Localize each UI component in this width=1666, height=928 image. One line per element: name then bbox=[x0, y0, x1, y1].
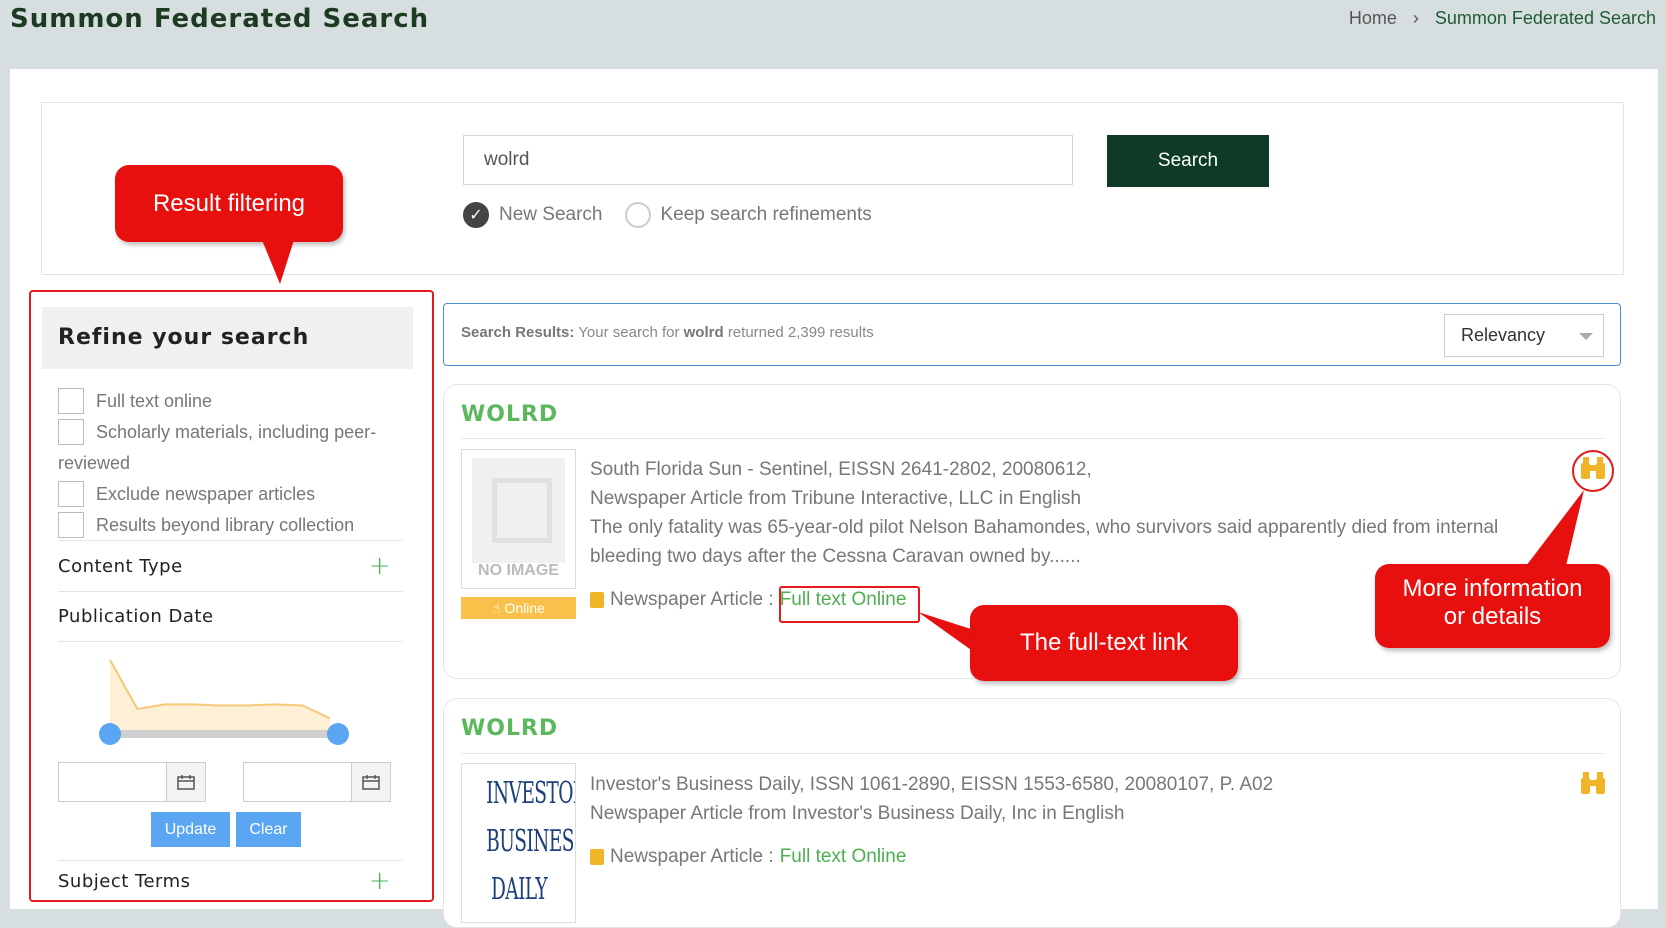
date-slider-track[interactable] bbox=[109, 730, 337, 738]
filter-checkbox-list: Full text online Scholarly materials, in… bbox=[58, 386, 403, 541]
checkbox[interactable] bbox=[58, 512, 84, 538]
filter-scholarly[interactable]: Scholarly materials, including peer-revi… bbox=[58, 417, 403, 479]
results-summary: Search Results: Your search for wolrd re… bbox=[461, 324, 874, 341]
result-source: South Florida Sun - Sentinel, EISSN 2641… bbox=[590, 459, 1092, 480]
filter-label: Exclude newspaper articles bbox=[96, 484, 316, 504]
histogram-area bbox=[110, 660, 330, 730]
search-button[interactable]: Search bbox=[1107, 135, 1269, 187]
divider bbox=[461, 753, 1604, 754]
breadcrumb: Home › Summon Federated Search bbox=[1349, 8, 1656, 29]
breadcrumb-current: Summon Federated Search bbox=[1434, 8, 1656, 28]
breadcrumb-home[interactable]: Home bbox=[1349, 8, 1397, 29]
refine-heading: Refine your search bbox=[42, 307, 413, 369]
checkbox[interactable] bbox=[58, 388, 84, 414]
filter-label: Scholarly materials, including peer-revi… bbox=[58, 422, 377, 473]
keep-refinements-label: Keep search refinements bbox=[660, 204, 872, 225]
callout-details-pointer bbox=[1526, 490, 1584, 566]
new-search-label: New Search bbox=[499, 204, 603, 225]
full-text-link[interactable]: Full text Online bbox=[780, 846, 907, 868]
chevron-down-icon bbox=[1579, 333, 1593, 340]
checkbox[interactable] bbox=[58, 481, 84, 507]
sort-value: Relevancy bbox=[1461, 325, 1546, 345]
divider bbox=[461, 438, 1604, 439]
search-options: ✓ New Search Keep search refinements bbox=[463, 202, 894, 228]
filter-full-text[interactable]: Full text online bbox=[58, 386, 403, 417]
result-title[interactable]: WOLRD bbox=[461, 402, 558, 427]
callout-details: More information or details bbox=[1375, 564, 1610, 648]
facet-label: Publication Date bbox=[58, 605, 214, 627]
filter-label: Results beyond library collection bbox=[96, 515, 355, 535]
newspaper-icon bbox=[590, 849, 604, 865]
facet-subject-terms[interactable]: Subject Terms + bbox=[58, 860, 403, 901]
full-text-highlight bbox=[779, 586, 920, 623]
newspaper-icon bbox=[590, 592, 604, 608]
binoculars-icon[interactable] bbox=[1579, 770, 1607, 803]
filter-label: Full text online bbox=[96, 391, 213, 411]
callout-filtering-text: Result filtering bbox=[152, 190, 306, 217]
result-type-line: Newspaper Article from Investor's Busine… bbox=[590, 803, 1125, 824]
placeholder-image-icon bbox=[472, 458, 565, 563]
investors-business-daily-logo: INVESTOR'S BUSINESS DAILY bbox=[486, 776, 576, 907]
callout-fulltext: The full-text link bbox=[970, 605, 1238, 681]
filter-beyond-collection[interactable]: Results beyond library collection bbox=[58, 510, 403, 541]
callout-details-line1: More information bbox=[1402, 575, 1583, 602]
breadcrumb-separator: › bbox=[1412, 8, 1419, 28]
callout-result-filtering: Result filtering bbox=[115, 165, 343, 242]
facet-label: Subject Terms bbox=[58, 870, 191, 892]
hand-pointer-icon: ☝ bbox=[492, 600, 501, 616]
result-format: Newspaper Article : bbox=[610, 846, 774, 867]
start-date-field[interactable] bbox=[58, 762, 206, 802]
result-snippet: The only fatality was 65-year-old pilot … bbox=[590, 517, 1499, 567]
sort-select[interactable]: Relevancy bbox=[1444, 314, 1604, 357]
binoculars-icon[interactable] bbox=[1579, 455, 1607, 488]
filter-exclude-newspaper[interactable]: Exclude newspaper articles bbox=[58, 479, 403, 510]
clear-button[interactable]: Clear bbox=[236, 812, 301, 847]
callout-details-line2: or details bbox=[1443, 603, 1542, 630]
callout-filtering-pointer bbox=[262, 240, 294, 284]
results-suffix: returned 2,399 results bbox=[727, 324, 874, 341]
online-badge-label: Online bbox=[504, 600, 545, 616]
result-metadata: Investor's Business Daily, ISSN 1061-289… bbox=[590, 770, 1550, 828]
date-slider-end-handle[interactable] bbox=[327, 723, 349, 745]
result-title[interactable]: WOLRD bbox=[461, 716, 558, 741]
result-type-line: Newspaper Article from Tribune Interacti… bbox=[590, 488, 1082, 509]
update-button[interactable]: Update bbox=[151, 812, 230, 847]
no-image-text: NO IMAGE bbox=[478, 562, 559, 579]
results-prefix: Your search for bbox=[578, 324, 680, 341]
result-format-line: Newspaper Article : Full text Online bbox=[590, 846, 906, 868]
result-thumbnail[interactable]: NO IMAGE bbox=[461, 449, 576, 589]
result-metadata: South Florida Sun - Sentinel, EISSN 2641… bbox=[590, 455, 1550, 571]
callout-fulltext-pointer bbox=[918, 612, 974, 652]
result-source: Investor's Business Daily, ISSN 1061-289… bbox=[590, 774, 1274, 795]
date-slider-start-handle[interactable] bbox=[99, 723, 121, 745]
expand-plus-icon[interactable]: + bbox=[369, 866, 391, 896]
calendar-icon[interactable] bbox=[166, 763, 205, 801]
date-histogram bbox=[109, 659, 331, 730]
checkbox[interactable] bbox=[58, 419, 84, 445]
facet-publication-date[interactable]: Publication Date bbox=[58, 591, 403, 642]
page-title: Summon Federated Search bbox=[10, 4, 430, 34]
results-term: wolrd bbox=[683, 324, 724, 341]
new-search-radio[interactable]: ✓ bbox=[463, 202, 489, 228]
online-badge: ☝ Online bbox=[461, 597, 576, 619]
expand-plus-icon[interactable]: + bbox=[369, 551, 391, 581]
facet-content-type[interactable]: Content Type + bbox=[58, 540, 403, 592]
search-input[interactable] bbox=[463, 135, 1073, 185]
facet-label: Content Type bbox=[58, 555, 183, 577]
result-thumbnail[interactable]: INVESTOR'S BUSINESS DAILY bbox=[461, 763, 576, 923]
keep-refinements-radio[interactable] bbox=[624, 202, 651, 228]
result-format: Newspaper Article : bbox=[610, 589, 774, 610]
results-label: Search Results: bbox=[461, 324, 575, 341]
end-date-field[interactable] bbox=[243, 762, 391, 802]
callout-fulltext-text: The full-text link bbox=[1019, 629, 1189, 656]
calendar-icon[interactable] bbox=[351, 763, 390, 801]
